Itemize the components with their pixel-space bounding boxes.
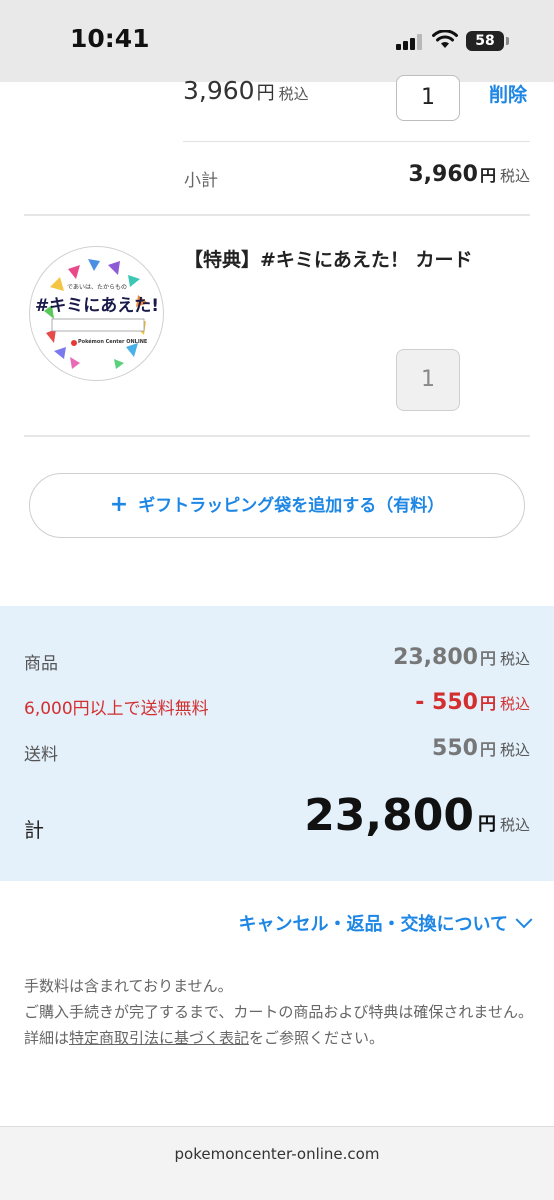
image-brand-text: Pokémon Center ONLINE	[78, 339, 148, 345]
plus-icon: +	[109, 492, 129, 517]
total-tax: 税込	[499, 816, 530, 834]
free-shipping-label: 6,000円以上で送料無料	[24, 699, 209, 719]
discount-value: - 550 円税込	[415, 690, 530, 715]
status-bar: 10:41 58	[0, 0, 554, 82]
note-reservation: ご購入手続きが完了するまで、カートの商品および特典は確保されません。	[24, 1003, 533, 1021]
browser-address-bar[interactable]: pokemoncenter-online.com	[0, 1126, 554, 1200]
product-card-artwork: であいは、たからもの #キミにあえた!	[35, 259, 159, 369]
item1-price: 3,960 円税込	[183, 76, 309, 105]
item1-subtotal-yen: 円	[479, 166, 496, 185]
note-details-pre: 詳細は	[24, 1029, 70, 1047]
cancel-link-label: キャンセル・返品・交換について	[238, 914, 508, 935]
products-yen: 円	[479, 649, 496, 668]
gift-button-label: ギフトラッピング袋を追加する（有料）	[138, 496, 445, 516]
total-label: 計	[24, 818, 44, 842]
products-label: 商品	[24, 654, 58, 674]
item1-delete-link[interactable]: 削除	[489, 80, 527, 107]
cancel-return-exchange-link[interactable]: キャンセル・返品・交換について	[238, 910, 533, 936]
item-divider	[24, 214, 530, 216]
shipping-amount: 550	[432, 736, 478, 761]
add-gift-wrapping-button[interactable]: + ギフトラッピング袋を追加する（有料）	[29, 473, 525, 538]
battery-icon: 58	[466, 31, 504, 51]
shipping-tax: 税込	[499, 741, 530, 759]
item1-subtotal-tax: 税込	[499, 167, 530, 185]
shipping-value: 550 円税込	[432, 736, 530, 761]
item1-subtotal-value: 3,960 円税込	[408, 162, 530, 187]
item1-subtotal-amount: 3,960	[408, 162, 478, 187]
cellular-signal-icon	[396, 34, 426, 50]
item1-price-yen: 円	[256, 83, 275, 104]
svg-text:#キミにあえた!: #キミにあえた!	[35, 296, 159, 316]
battery-tip	[506, 37, 509, 45]
legal-notice-link[interactable]: 特定商取引法に基づく表記	[69, 1029, 249, 1047]
wifi-icon	[432, 30, 458, 48]
item1-subtotal-label: 小計	[184, 171, 218, 191]
divider	[183, 141, 530, 142]
item2-quantity-input[interactable]: 1	[396, 349, 460, 411]
products-amount: 23,800	[393, 645, 478, 670]
status-time: 10:41	[70, 24, 150, 53]
discount-amount: - 550	[415, 690, 478, 715]
svg-text:であいは、たからもの: であいは、たからもの	[67, 284, 127, 291]
total-amount: 23,800	[304, 790, 474, 841]
notes: 手数料は含まれておりません。 ご購入手続きが完了するまで、カートの商品および特典…	[24, 975, 534, 1053]
note-details: 詳細は特定商取引法に基づく表記をご参照ください。	[24, 1027, 534, 1049]
item1-price-value: 3,960	[183, 76, 255, 105]
item1-quantity-input[interactable]: 1	[396, 75, 460, 121]
total-value: 23,800 円税込	[304, 790, 530, 841]
shipping-label: 送料	[24, 745, 58, 765]
item-divider	[24, 435, 530, 437]
url-text: pokemoncenter-online.com	[174, 1145, 380, 1163]
note-fees: 手数料は含まれておりません。	[24, 977, 233, 995]
chevron-down-icon	[515, 911, 533, 929]
discount-yen: 円	[479, 694, 496, 713]
item1-price-tax: 税込	[278, 85, 309, 103]
product-image[interactable]: であいは、たからもの #キミにあえた! Pokémon Center ONLIN…	[29, 246, 164, 381]
note-details-post: をご参照ください。	[249, 1029, 385, 1047]
discount-tax: 税込	[499, 695, 530, 713]
total-yen: 円	[477, 814, 496, 835]
products-value: 23,800 円税込	[393, 645, 530, 670]
product-title[interactable]: 【特典】#キミにあえた！ カード	[184, 243, 530, 277]
products-tax: 税込	[499, 650, 530, 668]
shipping-yen: 円	[479, 740, 496, 759]
